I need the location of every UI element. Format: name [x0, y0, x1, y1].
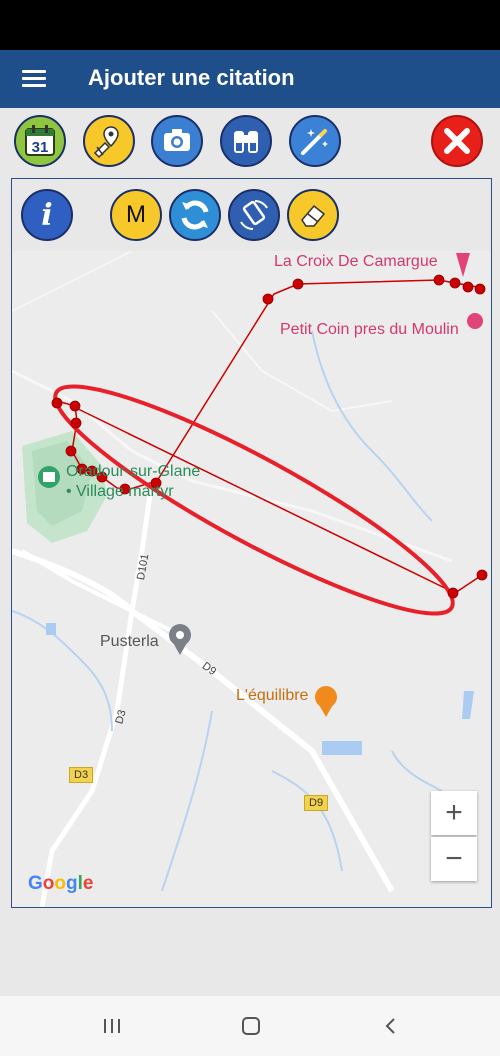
menu-icon[interactable]	[22, 70, 46, 88]
village-label[interactable]: • Village martyr	[66, 483, 174, 501]
refresh-icon	[181, 200, 209, 230]
zoom-out-button[interactable]: −	[431, 837, 477, 881]
camera-button[interactable]	[151, 115, 203, 167]
eraser-icon	[301, 204, 326, 227]
close-button[interactable]	[431, 115, 483, 167]
map-background	[12, 251, 488, 907]
svg-text:31: 31	[32, 139, 49, 156]
camera-icon	[164, 129, 190, 151]
back-icon	[385, 1018, 395, 1034]
google-logo: Google	[28, 873, 94, 894]
calendar-button[interactable]: 31	[14, 115, 66, 167]
rotate-icon	[240, 200, 268, 230]
place-label[interactable]: Pusterla	[100, 633, 159, 651]
info-icon: i	[41, 197, 53, 233]
location-edit-button[interactable]	[83, 115, 135, 167]
zoom-in-button[interactable]: +	[431, 791, 477, 835]
magic-wand-icon	[301, 129, 328, 155]
status-bar	[0, 0, 500, 50]
home-button[interactable]	[236, 1014, 266, 1038]
close-icon	[444, 128, 470, 154]
village-label[interactable]: Oradour-sur-Glane	[66, 463, 200, 481]
m-button[interactable]: M	[110, 189, 162, 241]
info-button[interactable]: i	[21, 189, 73, 241]
poi-label[interactable]: La Croix De Camargue	[274, 253, 438, 271]
map-panel: i M La Croix De Camargue Petit Coin pres…	[11, 178, 492, 908]
back-button[interactable]	[376, 1014, 406, 1038]
calendar-icon: 31	[25, 125, 55, 156]
track-line	[56, 279, 483, 490]
map-toolbar: i M	[12, 179, 491, 251]
eraser-button[interactable]	[287, 189, 339, 241]
home-icon	[242, 1017, 260, 1035]
recents-icon	[104, 1019, 120, 1033]
location-edit-icon	[93, 126, 119, 159]
recents-button[interactable]	[97, 1014, 127, 1038]
page-title: Ajouter une citation	[88, 65, 295, 90]
road-shield: D9	[304, 795, 329, 811]
road-shield: D3	[69, 767, 94, 783]
system-nav-bar	[0, 996, 500, 1056]
binoculars-icon	[234, 131, 258, 153]
rotate-button[interactable]	[228, 189, 280, 241]
magic-wand-button[interactable]	[289, 115, 341, 167]
poi-label[interactable]: Petit Coin pres du Moulin	[280, 321, 459, 339]
toolbar: 31	[0, 108, 500, 176]
binoculars-button[interactable]	[220, 115, 272, 167]
app-bar: Ajouter une citation	[0, 50, 500, 108]
restaurant-label[interactable]: L'équilibre	[236, 687, 308, 705]
m-icon: M	[126, 201, 146, 228]
refresh-button[interactable]	[169, 189, 221, 241]
map-view[interactable]: La Croix De Camargue Petit Coin pres du …	[12, 251, 491, 907]
